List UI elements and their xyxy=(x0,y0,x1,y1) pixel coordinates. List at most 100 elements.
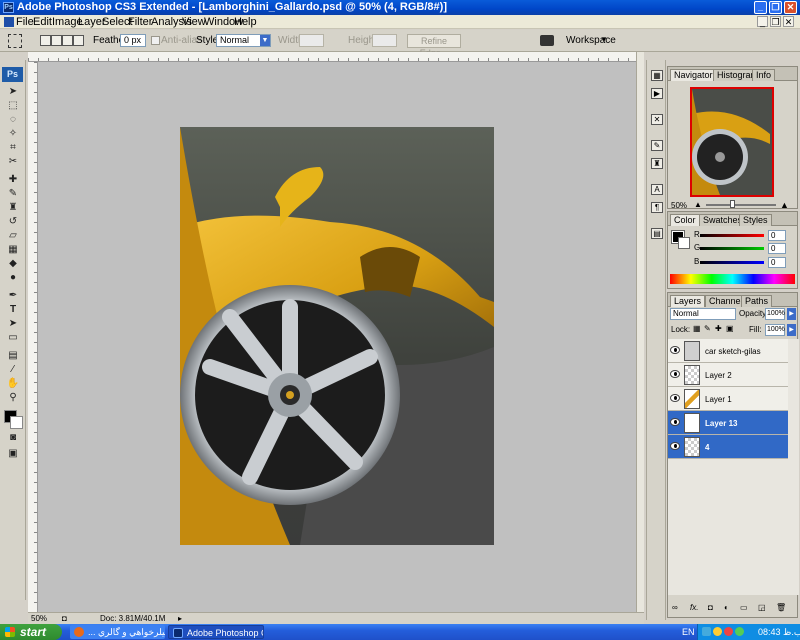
tray-network-icon[interactable] xyxy=(702,627,711,636)
status-info-icon[interactable]: ◘ xyxy=(62,614,67,623)
gradient-tool-icon[interactable]: ▦ xyxy=(6,244,20,256)
eye-icon[interactable] xyxy=(670,442,680,450)
character-dock-icon[interactable]: A xyxy=(651,184,663,195)
doc-restore-button[interactable]: ❐ xyxy=(770,16,781,27)
new-group-icon[interactable]: ▭ xyxy=(740,603,748,612)
navigator-zoom-slider[interactable] xyxy=(706,204,776,206)
crop-tool-icon[interactable]: ⌗ xyxy=(6,142,20,154)
blue-track[interactable] xyxy=(700,261,764,264)
delete-layer-icon[interactable]: 🗑 xyxy=(776,603,786,612)
adjustment-layer-icon[interactable]: ◐ xyxy=(724,603,729,612)
screen-mode-icon[interactable]: ▣ xyxy=(6,448,20,460)
slice-tool-icon[interactable]: ✂ xyxy=(6,156,20,168)
blue-value[interactable]: 0 xyxy=(768,257,786,268)
magic-wand-tool-icon[interactable]: ✧ xyxy=(6,128,20,140)
navigator-dock-icon[interactable]: ▦ xyxy=(651,70,663,81)
lock-all-icon[interactable]: ▣ xyxy=(726,324,734,333)
language-indicator[interactable]: EN xyxy=(682,627,695,637)
layer-style-icon[interactable]: fx. xyxy=(690,603,698,612)
fill-arrow-icon[interactable]: ▶ xyxy=(787,324,796,336)
color-spectrum-bar[interactable] xyxy=(670,274,795,284)
layer-row[interactable]: Layer 13 xyxy=(668,411,788,435)
vertical-scrollbar[interactable] xyxy=(636,52,644,612)
refine-edge-button[interactable]: Refine Edge... xyxy=(407,34,461,58)
layer-row[interactable]: Layer 1 xyxy=(668,387,788,411)
menu-edit[interactable]: Edit xyxy=(33,16,52,28)
green-value[interactable]: 0 xyxy=(768,243,786,254)
layer-row[interactable]: 4 xyxy=(668,435,788,459)
lock-image-icon[interactable]: ✎ xyxy=(704,324,711,333)
navigator-zoom-value[interactable]: 50% xyxy=(671,201,687,210)
style-select[interactable]: Normal ▼ xyxy=(216,34,271,47)
new-layer-icon[interactable]: ◲ xyxy=(758,603,766,612)
healing-brush-tool-icon[interactable]: ✚ xyxy=(6,174,20,186)
eye-icon[interactable] xyxy=(670,394,680,402)
feather-input[interactable]: 0 px xyxy=(120,34,146,47)
clone-stamp-tool-icon[interactable]: ♜ xyxy=(6,202,20,214)
add-selection-icon[interactable] xyxy=(51,35,62,46)
hand-tool-icon[interactable]: ✋ xyxy=(6,378,20,390)
tools-dock-icon[interactable]: ✕ xyxy=(651,114,663,125)
document-image[interactable] xyxy=(180,127,494,545)
red-track[interactable] xyxy=(700,234,764,237)
antialias-checkbox[interactable] xyxy=(151,36,160,45)
menu-help[interactable]: Help xyxy=(234,16,257,28)
type-tool-icon[interactable]: T xyxy=(6,304,20,316)
workspace-icon[interactable] xyxy=(540,35,554,46)
doc-minimize-button[interactable]: _ xyxy=(757,16,768,27)
quick-mask-icon[interactable]: ◙ xyxy=(6,432,20,444)
lock-position-icon[interactable]: ✚ xyxy=(715,324,722,333)
rectangular-marquee-icon[interactable] xyxy=(8,34,22,48)
move-tool-icon[interactable]: ➤ xyxy=(6,86,20,98)
document-icon[interactable] xyxy=(4,17,14,27)
status-menu-icon[interactable]: ▸ xyxy=(178,614,182,623)
canvas-area[interactable] xyxy=(38,62,636,612)
tray-messenger-icon[interactable] xyxy=(724,627,733,636)
link-layers-icon[interactable]: ∞ xyxy=(672,603,678,612)
background-color-swatch[interactable] xyxy=(10,416,23,429)
menu-file[interactable]: File xyxy=(16,16,34,28)
tray-volume-icon[interactable] xyxy=(713,627,722,636)
tab-info[interactable]: Info xyxy=(752,69,776,81)
eye-icon[interactable] xyxy=(670,346,680,354)
zoom-level[interactable]: 50% xyxy=(31,614,47,623)
paragraph-dock-icon[interactable]: ¶ xyxy=(651,202,663,213)
workspace-menu[interactable]: Workspace xyxy=(566,35,616,46)
layer-comps-dock-icon[interactable]: ▤ xyxy=(651,228,663,239)
eyedropper-tool-icon[interactable]: ⁄ xyxy=(6,364,20,376)
zoom-slider-handle[interactable] xyxy=(730,200,735,208)
layer-row[interactable]: car sketch-gilas xyxy=(668,339,788,363)
opacity-arrow-icon[interactable]: ▶ xyxy=(787,308,796,320)
path-selection-tool-icon[interactable]: ➤ xyxy=(6,318,20,330)
restore-button[interactable]: ❐ xyxy=(769,1,782,14)
brushes-dock-icon[interactable]: ✎ xyxy=(651,140,663,151)
eye-icon[interactable] xyxy=(670,370,680,378)
pen-tool-icon[interactable]: ✒ xyxy=(6,290,20,302)
navigator-preview[interactable] xyxy=(690,87,774,197)
doc-close-button[interactable]: ✕ xyxy=(783,16,794,27)
subtract-selection-icon[interactable] xyxy=(62,35,73,46)
taskbar-button-browser[interactable]: ... تيلرخواهي و گالري - xyxy=(70,625,165,639)
layer-mask-icon[interactable]: ◘ xyxy=(708,603,713,612)
eraser-tool-icon[interactable]: ▱ xyxy=(6,230,20,242)
workspace-chevron-icon[interactable]: ▼ xyxy=(600,35,608,44)
dodge-tool-icon[interactable]: ● xyxy=(6,272,20,284)
tab-color[interactable]: Color xyxy=(670,214,700,226)
notes-tool-icon[interactable]: ▤ xyxy=(6,350,20,362)
zoom-tool-icon[interactable]: ⚲ xyxy=(6,392,20,404)
menu-view[interactable]: View xyxy=(182,16,206,28)
tab-styles[interactable]: Styles xyxy=(739,214,772,226)
tab-navigator[interactable]: Navigator xyxy=(670,69,717,81)
taskbar-button-photoshop[interactable]: Adobe Photoshop CS... xyxy=(168,625,264,639)
new-selection-icon[interactable] xyxy=(40,35,51,46)
zoom-out-icon[interactable]: ▲ xyxy=(694,200,702,209)
shape-tool-icon[interactable]: ▭ xyxy=(6,332,20,344)
marquee-tool-icon[interactable]: ⬚ xyxy=(6,100,20,112)
close-button[interactable]: ✕ xyxy=(784,1,797,14)
tab-layers[interactable]: Layers xyxy=(670,295,706,307)
color-bg-swatch[interactable] xyxy=(678,237,690,249)
opacity-input[interactable]: 100% xyxy=(765,308,785,320)
minimize-button[interactable]: _ xyxy=(754,1,767,14)
eye-icon[interactable] xyxy=(670,418,680,426)
lasso-tool-icon[interactable]: ◌ xyxy=(6,114,20,126)
